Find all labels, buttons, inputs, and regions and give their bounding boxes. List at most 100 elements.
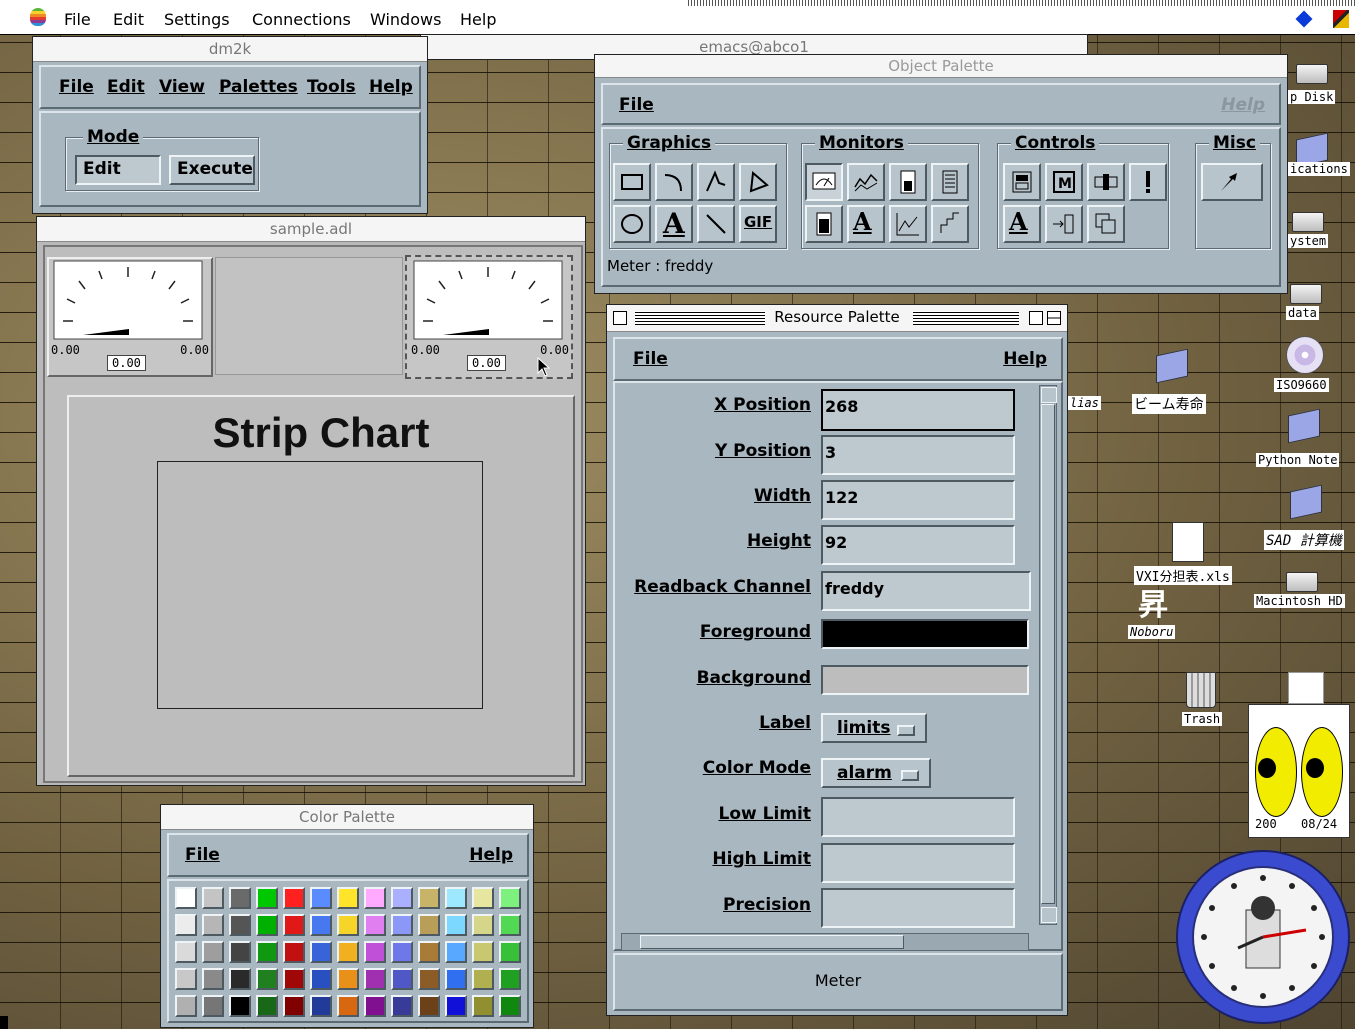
foreground-color-swatch[interactable] — [821, 619, 1029, 649]
color-swatch[interactable] — [229, 914, 251, 936]
disk-icon[interactable] — [1292, 212, 1324, 232]
precision-field[interactable] — [821, 888, 1015, 928]
color-swatch[interactable] — [445, 995, 467, 1017]
color-palette-window[interactable]: Color Palette File Help — [160, 804, 534, 1028]
height-field[interactable]: 92 — [821, 525, 1015, 565]
color-swatch[interactable] — [472, 887, 494, 909]
desktop-label-disk[interactable]: p Disk — [1288, 90, 1336, 104]
text-tool-icon[interactable]: A — [655, 205, 693, 243]
select-tool-icon[interactable] — [1201, 163, 1263, 201]
color-swatch[interactable] — [310, 914, 332, 936]
message-button-tool-icon[interactable] — [1129, 163, 1167, 201]
desktop-label-alias[interactable]: lias — [1068, 396, 1101, 410]
trash-icon[interactable] — [1186, 672, 1216, 708]
color-swatch[interactable] — [175, 968, 197, 990]
object-palette-menu-file[interactable]: File — [619, 95, 654, 115]
color-swatch[interactable] — [472, 941, 494, 963]
color-swatch[interactable] — [391, 968, 413, 990]
color-swatch[interactable] — [418, 887, 440, 909]
valuator-tool-icon[interactable] — [1087, 163, 1125, 201]
execute-mode-button[interactable]: Execute — [169, 155, 255, 185]
horizontal-scrollbar[interactable] — [621, 933, 1029, 951]
color-swatch[interactable] — [229, 887, 251, 909]
color-swatch[interactable] — [364, 887, 386, 909]
color-swatch[interactable] — [499, 941, 521, 963]
strip-chart-tool-icon[interactable] — [847, 163, 885, 201]
cartesian-plot-tool-icon[interactable] — [889, 205, 927, 243]
x-position-field[interactable]: 268 — [821, 389, 1015, 431]
desktop-label-system[interactable]: ystem — [1288, 234, 1329, 248]
text-entry-tool-icon[interactable]: A — [1003, 205, 1041, 243]
dm2k-title[interactable]: dm2k — [33, 37, 427, 62]
rectangle-tool-icon[interactable] — [613, 163, 651, 201]
label-option-menu[interactable]: limits — [821, 713, 927, 743]
dm2k-menu-edit[interactable]: Edit — [107, 77, 145, 97]
sample-adl-title[interactable]: sample.adl — [37, 217, 585, 242]
indicator-tool-icon[interactable] — [931, 205, 969, 243]
low-limit-field[interactable] — [821, 797, 1015, 837]
color-swatch[interactable] — [256, 995, 278, 1017]
meter-right-selected[interactable]: 0.00 0.00 0.00 — [405, 255, 573, 379]
folder-icon[interactable] — [1290, 484, 1322, 520]
menu-help[interactable]: Help — [460, 10, 496, 29]
color-swatch[interactable] — [499, 995, 521, 1017]
desktop-label-noboru[interactable]: Noboru — [1128, 625, 1176, 639]
color-palette-menu-help[interactable]: Help — [469, 845, 513, 865]
bar-monitor-tool-icon[interactable] — [889, 163, 927, 201]
color-swatch[interactable] — [418, 968, 440, 990]
menu-settings[interactable]: Settings — [164, 10, 230, 29]
color-palette-title[interactable]: Color Palette — [161, 805, 533, 830]
color-swatch[interactable] — [283, 914, 305, 936]
dm2k-menu-help[interactable]: Help — [369, 77, 413, 97]
readback-channel-field[interactable]: freddy — [821, 571, 1031, 611]
color-swatch[interactable] — [283, 968, 305, 990]
color-swatch[interactable] — [445, 914, 467, 936]
sample-adl-window[interactable]: sample.adl 0.00 0.00 0.00 0.00 0.00 0.00… — [36, 216, 586, 786]
color-swatch[interactable] — [283, 941, 305, 963]
color-swatch[interactable] — [499, 968, 521, 990]
polygon-tool-icon[interactable] — [739, 163, 777, 201]
strip-chart[interactable]: Strip Chart — [67, 395, 575, 777]
arc-tool-icon[interactable] — [655, 163, 693, 201]
resource-palette-titlebar[interactable]: Resource Palette — [607, 305, 1067, 332]
scale-monitor-tool-icon[interactable] — [931, 163, 969, 201]
color-swatch[interactable] — [310, 995, 332, 1017]
wheel-switch-tool-icon[interactable] — [1045, 205, 1083, 243]
color-swatch[interactable] — [364, 968, 386, 990]
desktop-label-beam[interactable]: ビーム寿命 — [1132, 394, 1206, 414]
color-swatch[interactable] — [472, 914, 494, 936]
collapse-box-icon[interactable] — [1047, 311, 1061, 325]
color-swatch[interactable] — [256, 968, 278, 990]
resource-palette-menu-help[interactable]: Help — [1003, 349, 1047, 369]
color-swatch[interactable] — [202, 887, 224, 909]
dm2k-menu-file[interactable]: File — [59, 77, 94, 97]
color-swatch[interactable] — [175, 995, 197, 1017]
color-swatch[interactable] — [418, 914, 440, 936]
color-swatch[interactable] — [499, 914, 521, 936]
scroll-down-arrow-icon[interactable] — [1041, 907, 1057, 923]
desktop-label-iso9660[interactable]: ISO9660 — [1274, 378, 1329, 392]
color-swatch[interactable] — [337, 968, 359, 990]
edit-mode-button[interactable]: Edit — [75, 155, 161, 185]
color-swatch[interactable] — [445, 968, 467, 990]
line-tool-icon[interactable] — [697, 205, 735, 243]
color-mode-option-menu[interactable]: alarm — [821, 758, 931, 788]
width-field[interactable]: 122 — [821, 480, 1015, 520]
color-swatch[interactable] — [175, 941, 197, 963]
menu-tool-icon[interactable]: M — [1045, 163, 1083, 201]
color-swatch[interactable] — [202, 995, 224, 1017]
menu-connections[interactable]: Connections — [252, 10, 351, 29]
folder-icon[interactable] — [1156, 348, 1188, 384]
spreadsheet-document-icon[interactable] — [1172, 522, 1204, 562]
meter-monitor-tool-icon[interactable] — [805, 163, 843, 201]
menu-file[interactable]: File — [64, 10, 91, 29]
resource-palette-window[interactable]: Resource Palette File Help X Position 26… — [606, 304, 1068, 1016]
related-display-tool-icon[interactable] — [1087, 205, 1125, 243]
color-swatch[interactable] — [229, 941, 251, 963]
color-swatch[interactable] — [283, 887, 305, 909]
vertical-scrollbar[interactable] — [1039, 385, 1057, 925]
color-swatch[interactable] — [310, 887, 332, 909]
gif-image-tool-icon[interactable]: GIF — [739, 205, 777, 243]
color-swatch[interactable] — [202, 914, 224, 936]
color-swatch[interactable] — [229, 995, 251, 1017]
